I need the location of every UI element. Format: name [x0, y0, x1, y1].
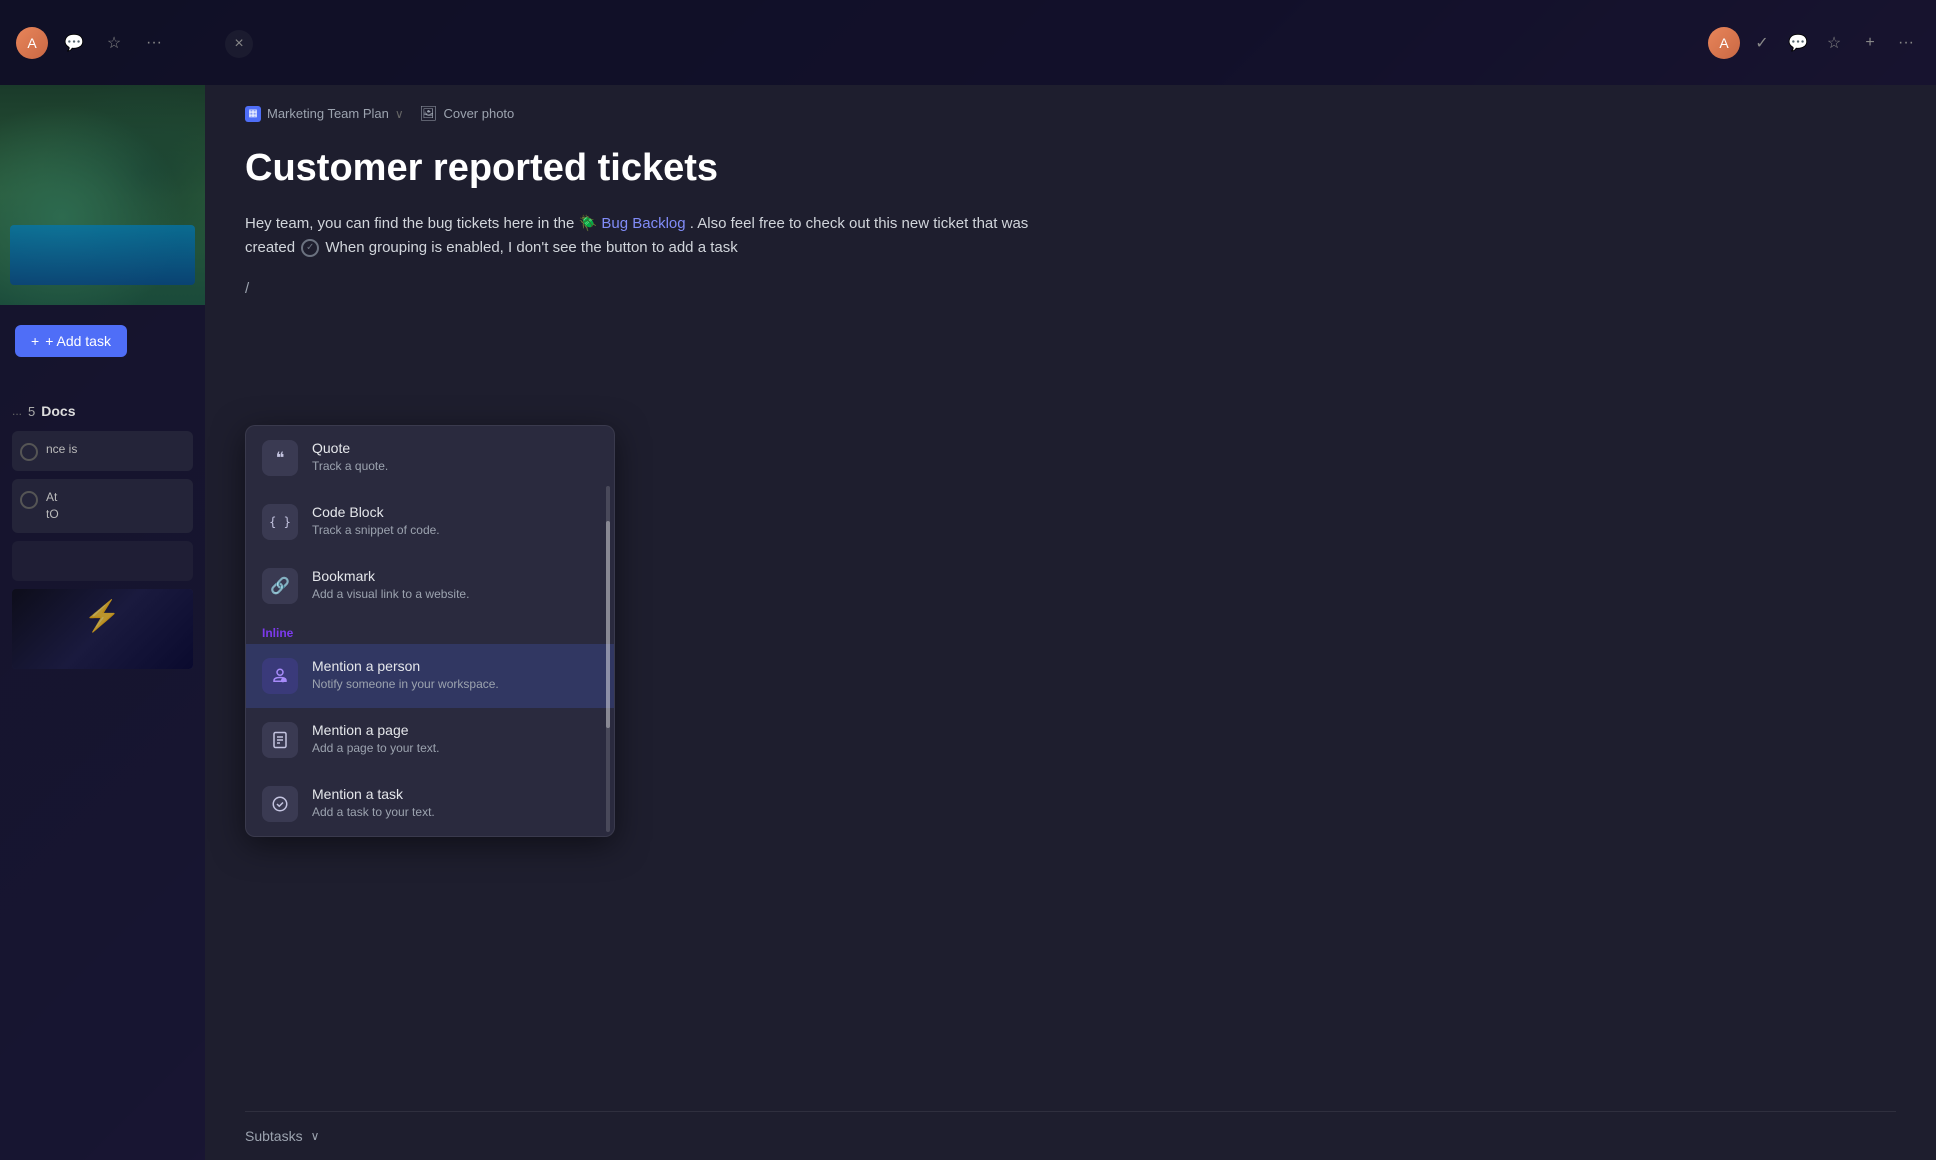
quote-desc: Track a quote.	[312, 459, 598, 473]
message-right-icon[interactable]: 💬	[1784, 29, 1812, 57]
code-icon: { }	[262, 504, 298, 540]
avatar-right: A	[1708, 27, 1740, 59]
sidebar-thumbnail: ⚡	[12, 589, 193, 669]
sidebar-section: ... 5 Docs nce is AttO ⚡	[0, 395, 205, 677]
svg-text:+: +	[282, 678, 285, 683]
check-circle-icon[interactable]: ✓	[1748, 29, 1776, 57]
subtasks-bar: Subtasks ∨	[245, 1111, 1896, 1160]
code-desc: Track a snippet of code.	[312, 523, 598, 537]
menu-item-text-quote: Quote Track a quote.	[312, 440, 598, 473]
menu-item-text-code: Code Block Track a snippet of code.	[312, 504, 598, 537]
command-dropdown: ❝ Quote Track a quote. { } Code Block Tr…	[245, 425, 615, 837]
scrollbar[interactable]	[606, 486, 610, 832]
menu-item-text-mention-person: Mention a person Notify someone in your …	[312, 658, 598, 691]
scrollbar-thumb	[606, 521, 610, 729]
menu-item-bookmark[interactable]: 🔗 Bookmark Add a visual link to a websit…	[246, 554, 614, 618]
menu-item-quote[interactable]: ❝ Quote Track a quote.	[246, 426, 614, 490]
task-checkbox[interactable]	[20, 443, 38, 461]
mention-task-title: Mention a task	[312, 786, 598, 802]
slash-indicator: /	[245, 280, 1165, 297]
mention-page-desc: Add a page to your text.	[312, 741, 598, 755]
add-task-button[interactable]: + + Add task	[15, 325, 127, 357]
sidebar-tasks: nce is AttO ⚡	[12, 431, 193, 669]
subtasks-label: Subtasks	[245, 1128, 303, 1144]
bookmark-icon: 🔗	[262, 568, 298, 604]
star-right-icon[interactable]: ☆	[1820, 29, 1848, 57]
chevron-down-icon: ∨	[311, 1129, 320, 1143]
menu-item-mention-task[interactable]: Mention a task Add a task to your text.	[246, 772, 614, 836]
main-content: ▦ Marketing Team Plan ∨ 🖼 Cover photo Cu…	[205, 85, 1936, 1160]
menu-item-mention-page[interactable]: Mention a page Add a page to your text.	[246, 708, 614, 772]
mention-task-desc: Add a task to your text.	[312, 805, 598, 819]
left-sidebar: + + Add task ... 5 Docs nce is AttO	[0, 85, 205, 1160]
browser-bar: A 💬 ☆ ··· A ✓ 💬 ☆ + ···	[0, 0, 1936, 85]
message-icon[interactable]: 💬	[60, 29, 88, 57]
pool-area	[10, 225, 195, 285]
sidebar-badge-row: ... 5 Docs	[12, 403, 193, 419]
mention-page-title: Mention a page	[312, 722, 598, 738]
chevron-down-icon: ∨	[395, 107, 404, 121]
task-text: nce is	[46, 441, 77, 458]
mention-person-icon: +	[262, 658, 298, 694]
content-inner: ▦ Marketing Team Plan ∨ 🖼 Cover photo Cu…	[205, 85, 1205, 333]
menu-item-text-mention-page: Mention a page Add a page to your text.	[312, 722, 598, 755]
badge-count: 5	[28, 404, 35, 419]
mention-page-icon	[262, 722, 298, 758]
code-title: Code Block	[312, 504, 598, 520]
bookmark-title: Bookmark	[312, 568, 598, 584]
page-title: Customer reported tickets	[245, 146, 1165, 192]
star-icon[interactable]: ☆	[100, 29, 128, 57]
plus-icon: +	[31, 333, 39, 349]
list-item[interactable]: AttO	[12, 479, 193, 533]
quote-title: Quote	[312, 440, 598, 456]
bookmark-desc: Add a visual link to a website.	[312, 587, 598, 601]
task-checkbox[interactable]	[20, 491, 38, 509]
cover-photo-label: Cover photo	[443, 106, 514, 121]
more-icon[interactable]: ···	[140, 29, 168, 57]
mention-task-icon	[262, 786, 298, 822]
sidebar-house-image	[0, 85, 205, 305]
dots-icon: ...	[12, 404, 22, 418]
avatar: A	[16, 27, 48, 59]
more-right-icon[interactable]: ···	[1892, 29, 1920, 57]
project-icon: ▦	[245, 106, 261, 122]
close-button[interactable]: ×	[225, 30, 253, 58]
browser-right-icons: A ✓ 💬 ☆ + ···	[1708, 27, 1920, 59]
image-icon: 🖼	[420, 105, 438, 122]
inline-section-label: Inline	[246, 618, 614, 644]
menu-item-code-block[interactable]: { } Code Block Track a snippet of code.	[246, 490, 614, 554]
menu-item-text-bookmark: Bookmark Add a visual link to a website.	[312, 568, 598, 601]
task-check-icon: ✓	[301, 239, 319, 257]
list-item[interactable]: nce is	[12, 431, 193, 471]
cover-photo-button[interactable]: 🖼 Cover photo	[420, 105, 515, 122]
breadcrumb-item-project[interactable]: ▦ Marketing Team Plan ∨	[245, 106, 404, 122]
bug-backlog-link[interactable]: 🪲 Bug Backlog	[579, 215, 686, 232]
project-name: Marketing Team Plan	[267, 106, 389, 121]
task-text: AttO	[46, 489, 59, 523]
mention-person-title: Mention a person	[312, 658, 598, 674]
mention-person-desc: Notify someone in your workspace.	[312, 677, 598, 691]
menu-item-mention-person[interactable]: + Mention a person Notify someone in you…	[246, 644, 614, 708]
plus-icon[interactable]: +	[1856, 29, 1884, 57]
quote-icon: ❝	[262, 440, 298, 476]
breadcrumb: ▦ Marketing Team Plan ∨ 🖼 Cover photo	[245, 105, 1165, 122]
task-placeholder	[12, 541, 193, 581]
description-text: Hey team, you can find the bug tickets h…	[245, 212, 1065, 260]
docs-label: Docs	[41, 403, 75, 419]
menu-item-text-mention-task: Mention a task Add a task to your text.	[312, 786, 598, 819]
lightning-icon: ⚡	[84, 599, 121, 634]
